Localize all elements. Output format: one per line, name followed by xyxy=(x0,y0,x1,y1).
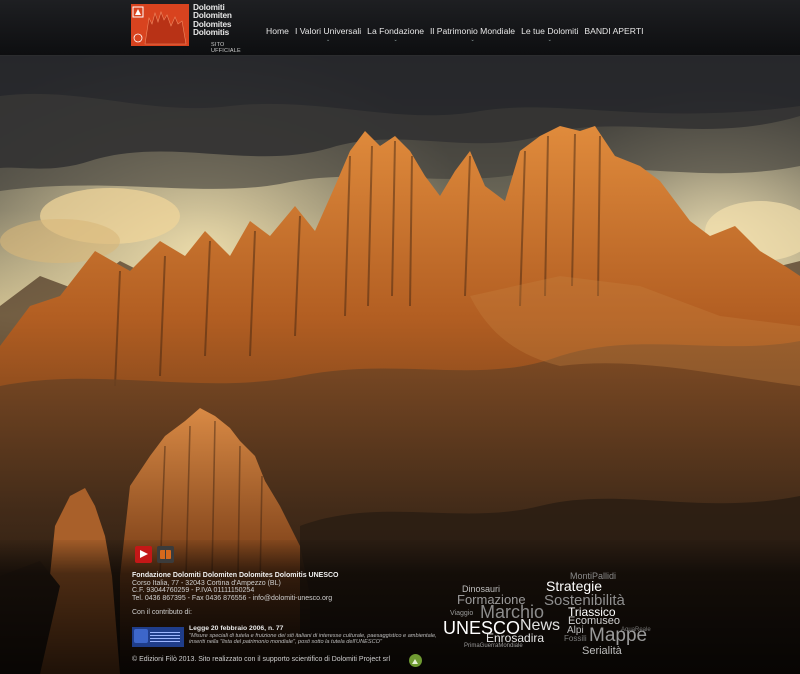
organization-address: Corso Italia, 77 - 32043 Cortina d'Ampez… xyxy=(132,579,281,587)
logo-line: Dolomitis xyxy=(193,27,229,38)
nav-bandi-aperti[interactable]: BANDI APERTI xyxy=(581,26,646,36)
organization-name: Fondazione Dolomiti Dolomiten Dolomites … xyxy=(132,572,339,579)
dolomiti-project-logo-icon[interactable] xyxy=(409,654,422,667)
nav-valori-universali[interactable]: I Valori Universali ⌄ xyxy=(292,26,364,43)
tag-cloud-word[interactable]: Strategie xyxy=(546,579,602,593)
main-menu: Home I Valori Universali ⌄ La Fondazione… xyxy=(263,26,646,43)
tag-cloud-word[interactable]: Serialità xyxy=(582,646,622,657)
dolomiti-unesco-logo[interactable]: Dolomiti Dolomiten Dolomites Dolomitis S… xyxy=(131,3,251,54)
law-title: Legge 20 febbraio 2006, n. 77 xyxy=(189,625,284,632)
organization-tax-ids: C.F. 93044760259 - P.IVA 01111150254 xyxy=(132,587,255,595)
nav-patrimonio-mondiale[interactable]: Il Patrimonio Mondiale ⌄ xyxy=(427,26,518,43)
top-navigation-bar: Dolomiti Dolomiten Dolomites Dolomitis S… xyxy=(0,0,800,56)
unesco-law-logo[interactable] xyxy=(132,627,184,647)
nav-label: Le tue Dolomiti xyxy=(521,26,579,36)
logo-mountains-icon xyxy=(131,4,189,46)
footer-overlay xyxy=(0,540,800,674)
copyright-text: © Edizioni Filò 2013. Sito realizzato co… xyxy=(132,656,391,663)
nav-label: I Valori Universali xyxy=(294,26,362,36)
organization-contact[interactable]: Tel. 0436 867395 - Fax 0436 876556 - inf… xyxy=(132,595,452,603)
tag-cloud-word[interactable]: Viaggio xyxy=(450,610,473,617)
nav-label: Il Patrimonio Mondiale xyxy=(430,26,516,36)
logo-subtitle: SITO UFFICIALE xyxy=(211,42,241,54)
nav-home[interactable]: Home xyxy=(263,26,292,36)
law-description: "Misure speciali di tutela e fruizione d… xyxy=(189,633,437,646)
organization-info: Fondazione Dolomiti Dolomiten Dolomites … xyxy=(132,572,452,602)
chevron-down-icon: ⌄ xyxy=(393,37,398,43)
social-links xyxy=(135,546,174,563)
tag-cloud-word[interactable]: PrimaGuerraMondiale xyxy=(464,643,523,649)
tag-cloud-word[interactable]: Mappe xyxy=(589,626,647,645)
contribution-label: Con il contributo di: xyxy=(132,609,192,616)
nav-label: La Fondazione xyxy=(367,26,425,36)
chevron-down-icon: ⌄ xyxy=(325,37,331,43)
youtube-icon[interactable] xyxy=(135,546,152,563)
nav-label: Home xyxy=(266,26,289,36)
chevron-down-icon: ⌄ xyxy=(547,37,552,43)
chevron-down-icon: ⌄ xyxy=(470,37,475,43)
nav-label: BANDI APERTI xyxy=(584,26,644,36)
book-icon[interactable] xyxy=(157,546,174,563)
nav-fondazione[interactable]: La Fondazione ⌄ xyxy=(364,26,427,43)
tag-cloud-word[interactable]: Fossili xyxy=(564,635,587,643)
tag-cloud: MontiPallidi Strategie Dinosauri Formazi… xyxy=(440,566,660,666)
nav-tue-dolomiti[interactable]: Le tue Dolomiti ⌄ xyxy=(518,26,581,43)
